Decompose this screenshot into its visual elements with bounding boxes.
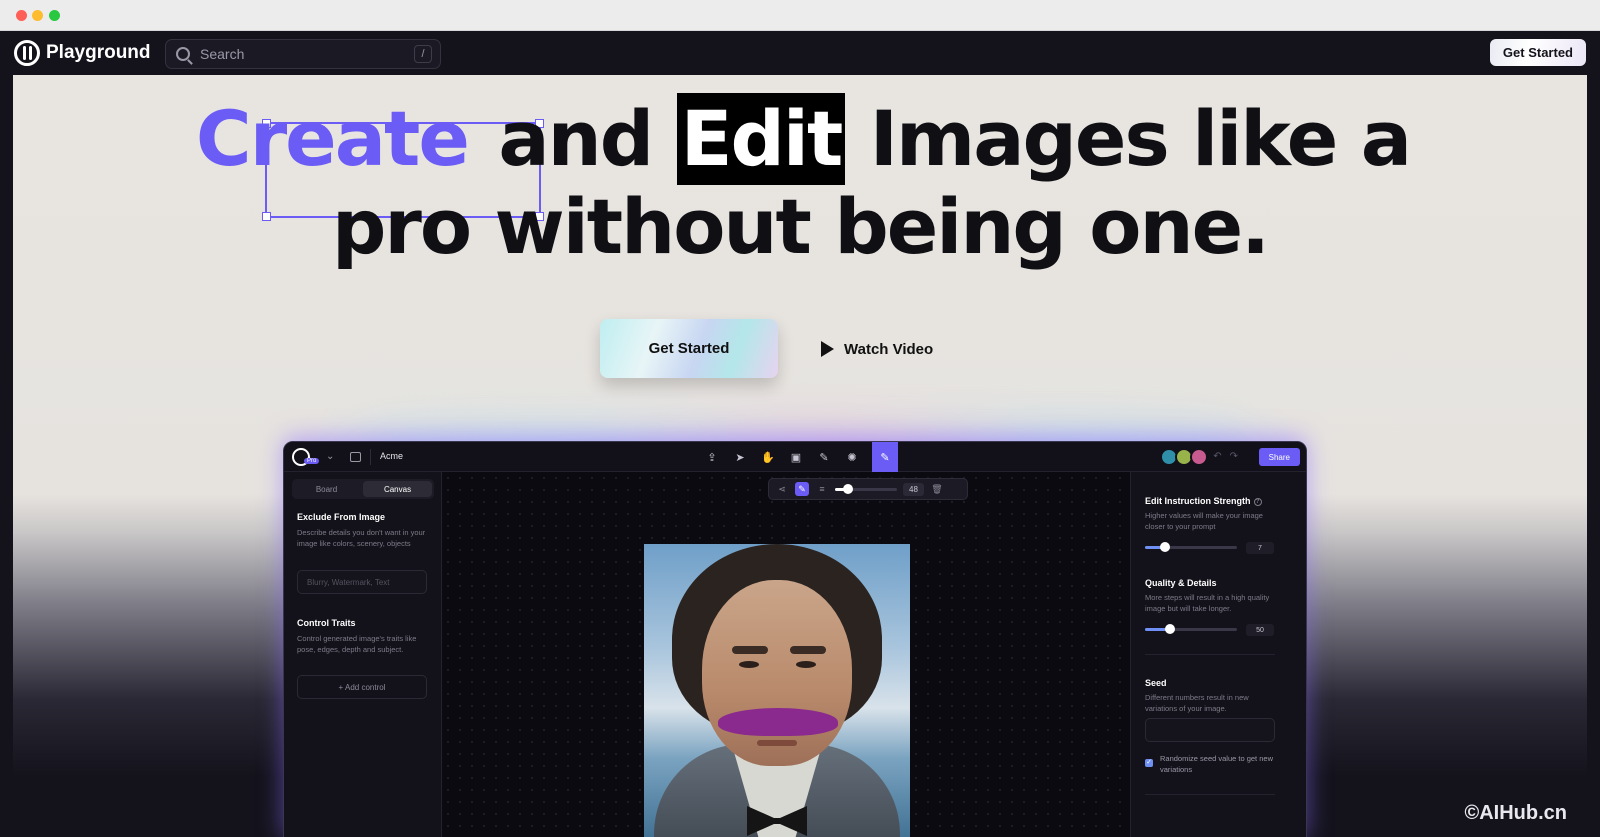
exclude-input[interactable]: Blurry, Watermark, Text bbox=[297, 570, 427, 594]
portrait-mustache bbox=[718, 708, 838, 736]
quality-title: Quality & Details bbox=[1145, 578, 1217, 588]
trash-icon[interactable]: 🗑 bbox=[930, 482, 944, 496]
collaborator-avatars bbox=[1160, 448, 1208, 466]
portrait-eye bbox=[796, 661, 816, 668]
stroke-width-icon[interactable]: ≡ bbox=[815, 482, 829, 496]
brand-link[interactable]: Playground bbox=[14, 39, 151, 67]
brand-name: Playground bbox=[46, 42, 151, 63]
headline-line2: pro without being one. bbox=[331, 182, 1270, 271]
headline-and: and bbox=[473, 94, 677, 183]
close-window-button[interactable] bbox=[16, 10, 27, 21]
right-panel: Edit Instruction Strength? Higher values… bbox=[1130, 472, 1306, 837]
watch-video-label: Watch Video bbox=[844, 340, 934, 358]
portrait-eye bbox=[739, 661, 759, 668]
window-titlebar bbox=[0, 0, 1600, 31]
tool-group: ⇪ ➤ ✋ ▣ ✎ ✺ ✎ bbox=[704, 442, 898, 472]
divider bbox=[370, 449, 371, 465]
divider bbox=[1145, 794, 1275, 795]
strength-slider[interactable] bbox=[1145, 542, 1237, 552]
headline-create-word: Create bbox=[195, 94, 470, 183]
control-traits-title: Control Traits bbox=[297, 618, 356, 628]
pen-icon[interactable]: ✎ bbox=[816, 449, 832, 465]
seed-description: Different numbers result in new variatio… bbox=[1145, 693, 1249, 713]
control-traits-description: Control generated image's traits like po… bbox=[297, 634, 417, 654]
playground-logo-icon bbox=[14, 40, 40, 66]
upload-icon[interactable]: ⇪ bbox=[704, 449, 720, 465]
hero-section: Create and Edit Images like a pro withou… bbox=[13, 75, 1587, 837]
view-toggle: Board Canvas bbox=[292, 479, 434, 499]
top-nav: Playground Search / Get Started bbox=[0, 31, 1600, 75]
tab-board[interactable]: Board bbox=[292, 479, 361, 499]
portrait-brow bbox=[732, 646, 768, 654]
hand-icon[interactable]: ✋ bbox=[760, 449, 776, 465]
strength-title-text: Edit Instruction Strength bbox=[1145, 496, 1251, 506]
strength-title: Edit Instruction Strength? bbox=[1145, 496, 1262, 506]
divider bbox=[1145, 654, 1275, 655]
info-icon[interactable]: ? bbox=[1253, 498, 1262, 506]
share-button[interactable]: Share bbox=[1258, 448, 1300, 466]
search-icon bbox=[176, 47, 190, 61]
headline-edit-word: Edit bbox=[676, 93, 846, 185]
app-preview: Pro ⌄ Acme ⇪ ➤ ✋ ▣ ✎ ✺ ✎ ↶↷ Share Board … bbox=[283, 441, 1307, 837]
portrait-image[interactable] bbox=[644, 544, 910, 837]
quality-value[interactable]: 50 bbox=[1246, 624, 1274, 636]
quality-description: More steps will result in a high quality… bbox=[1145, 593, 1270, 613]
edit-brush-tool-icon[interactable]: ✎ bbox=[872, 442, 898, 472]
chevron-down-icon[interactable]: ⌄ bbox=[326, 451, 334, 462]
search-shortcut-hint: / bbox=[414, 45, 432, 63]
brush-size-slider[interactable] bbox=[835, 483, 897, 494]
undo-redo-icons[interactable]: ↶↷ bbox=[1213, 451, 1246, 462]
pro-badge: Pro bbox=[304, 458, 320, 464]
avatar[interactable] bbox=[1190, 448, 1208, 466]
select-cursor-icon[interactable]: ➤ bbox=[732, 449, 748, 465]
portrait-brow bbox=[790, 646, 826, 654]
tab-canvas[interactable]: Canvas bbox=[363, 481, 432, 497]
hero-headline: Create and Edit Images like a pro withou… bbox=[13, 93, 1587, 269]
add-control-button[interactable]: + Add control bbox=[297, 675, 427, 699]
watch-video-button[interactable]: Watch Video bbox=[821, 333, 933, 365]
brush-icon[interactable]: ✎ bbox=[795, 482, 809, 496]
nav-get-started-button[interactable]: Get Started bbox=[1489, 39, 1586, 66]
strength-description: Higher values will make your image close… bbox=[1145, 511, 1263, 531]
headline-rest: Images like a bbox=[845, 94, 1412, 183]
search-input[interactable]: Search bbox=[200, 46, 414, 62]
play-icon bbox=[821, 341, 834, 357]
minimize-window-button[interactable] bbox=[32, 10, 43, 21]
brush-size-value[interactable]: 48 bbox=[903, 482, 924, 496]
brush-size-knob[interactable] bbox=[843, 483, 853, 494]
search-box[interactable]: Search / bbox=[165, 39, 441, 69]
quality-slider[interactable] bbox=[1145, 624, 1237, 634]
portrait-face bbox=[702, 580, 852, 766]
collapse-icon[interactable]: ⋖ bbox=[775, 482, 789, 496]
project-name[interactable]: Acme bbox=[380, 451, 403, 461]
brush-toolbar: ⋖ ✎ ≡ 48 🗑 bbox=[768, 478, 968, 500]
panel-toggle-icon[interactable] bbox=[350, 452, 361, 462]
app-toolbar: Pro ⌄ Acme ⇪ ➤ ✋ ▣ ✎ ✺ ✎ ↶↷ Share bbox=[284, 442, 1306, 472]
strength-knob[interactable] bbox=[1160, 542, 1171, 552]
watermark: ©AIHub.cn bbox=[1464, 802, 1567, 824]
hero-get-started-button[interactable]: Get Started bbox=[600, 319, 778, 378]
portrait-mouth bbox=[757, 740, 797, 746]
exclude-title: Exclude From Image bbox=[297, 512, 386, 522]
seed-title: Seed bbox=[1145, 678, 1167, 688]
page-frame: Playground Search / Get Started Create a… bbox=[0, 31, 1600, 837]
quality-knob[interactable] bbox=[1164, 624, 1175, 634]
randomize-checkbox[interactable]: ✓ bbox=[1145, 759, 1153, 767]
image-add-icon[interactable]: ▣ bbox=[788, 449, 804, 465]
left-panel: Board Canvas Exclude From Image Describe… bbox=[284, 472, 442, 837]
maximize-window-button[interactable] bbox=[49, 10, 60, 21]
exclude-description: Describe details you don't want in your … bbox=[297, 528, 426, 548]
strength-value[interactable]: 7 bbox=[1246, 542, 1274, 554]
seed-input[interactable] bbox=[1145, 718, 1275, 742]
effects-icon[interactable]: ✺ bbox=[844, 449, 860, 465]
randomize-label: Randomize seed value to get new variatio… bbox=[1160, 754, 1273, 774]
canvas-area[interactable]: ⋖ ✎ ≡ 48 🗑 bbox=[442, 472, 1130, 837]
